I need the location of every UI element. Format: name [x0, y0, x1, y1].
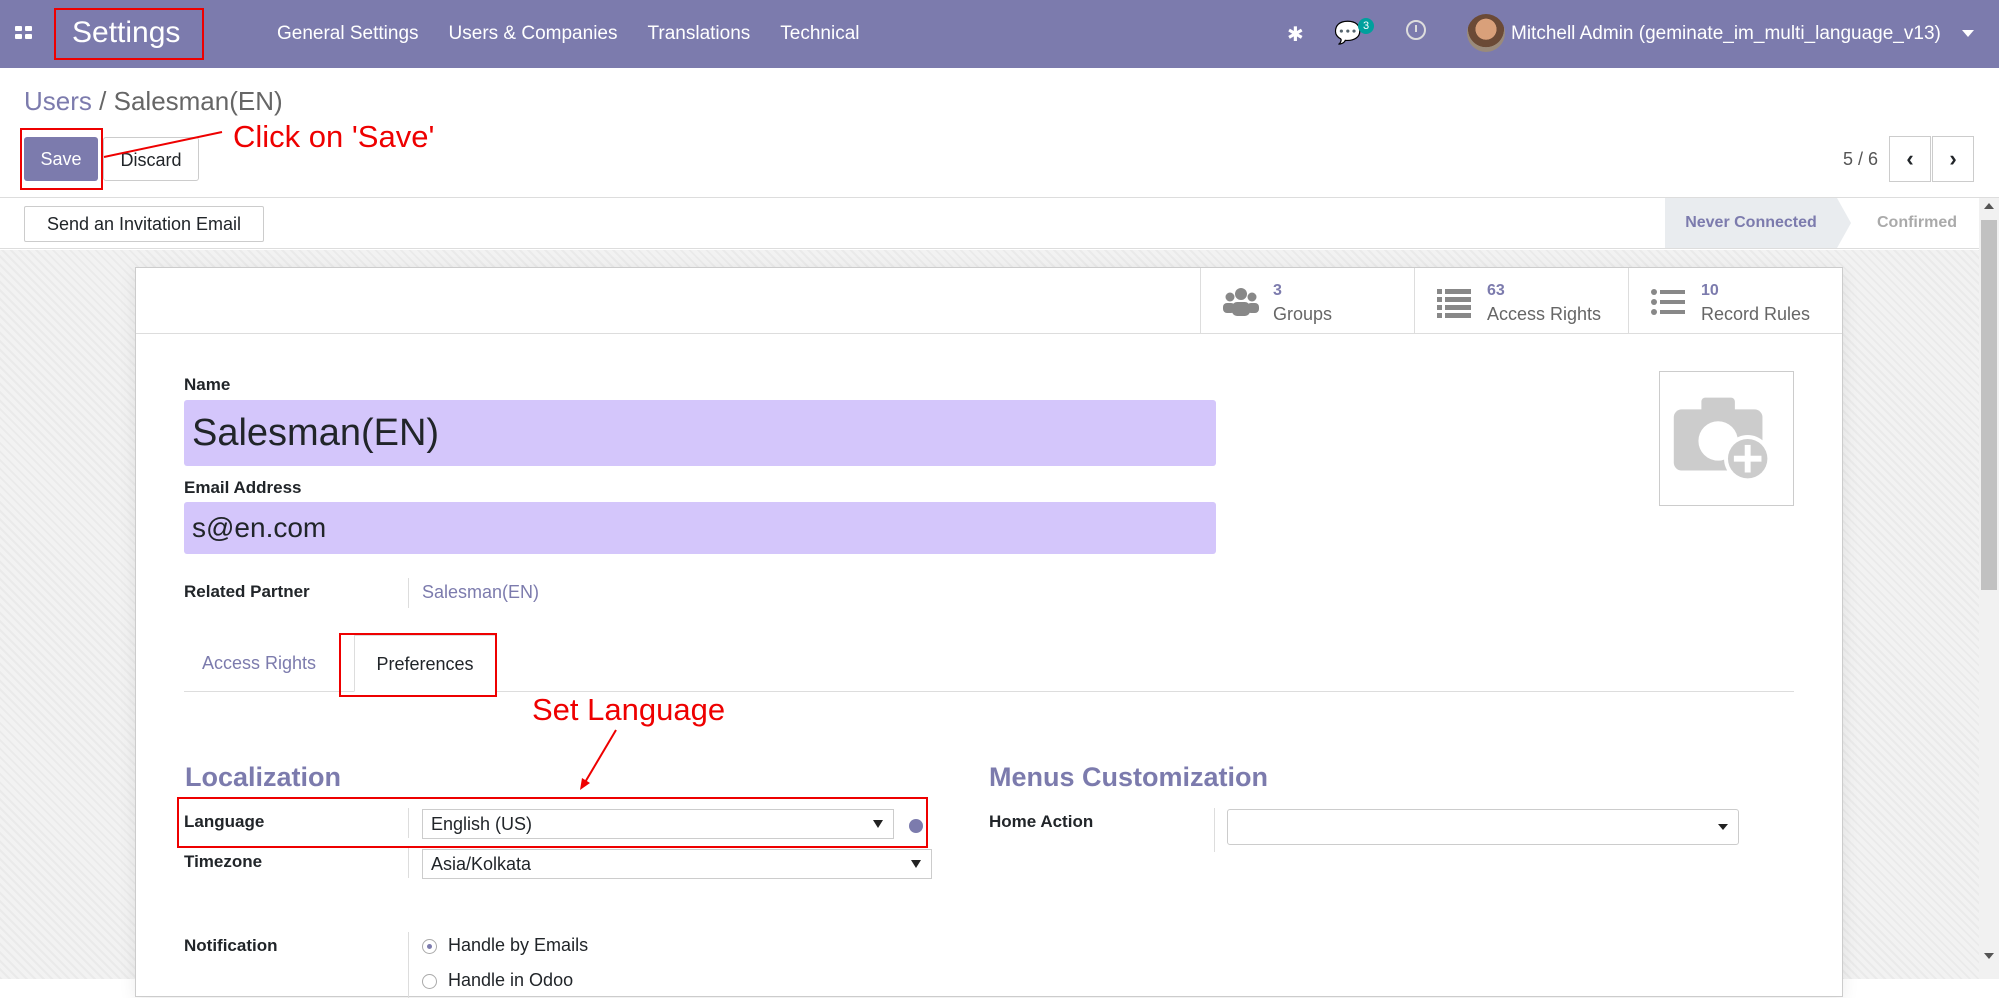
notification-option-emails: Handle by Emails	[448, 935, 589, 955]
name-field[interactable]: Salesman(EN)	[184, 400, 1216, 466]
menu-technical[interactable]: Technical	[780, 0, 859, 68]
chevron-left-icon[interactable]: ‹	[1889, 136, 1931, 182]
field-separator	[408, 848, 409, 878]
radio-handle-in-odoo[interactable]	[422, 974, 437, 989]
email-label: Email Address	[184, 478, 302, 497]
email-field[interactable]: s@en.com	[184, 502, 1216, 554]
users-icon	[1223, 288, 1259, 316]
menus-customization-title: Menus Customization	[989, 762, 1269, 792]
tab-access-rights[interactable]: Access Rights	[202, 635, 316, 692]
notification-option-odoo: Handle in Odoo	[448, 970, 574, 990]
scrollbar[interactable]	[1979, 198, 1999, 979]
menu-users-companies[interactable]: Users & Companies	[449, 0, 618, 68]
record-rules-label: Record Rules	[1701, 304, 1811, 324]
field-separator	[1214, 808, 1215, 852]
app-title[interactable]: Settings	[54, 8, 204, 60]
preferences-highlight-box	[339, 633, 497, 697]
field-separator	[408, 578, 409, 608]
camera-plus-icon	[1673, 397, 1772, 483]
stage-arrow	[1837, 198, 1851, 248]
timezone-select[interactable]: Asia/Kolkata	[422, 849, 932, 879]
record-rules-count: 10	[1701, 282, 1719, 299]
select-caret-icon	[1718, 824, 1728, 830]
name-label: Name	[184, 375, 231, 394]
timezone-value: Asia/Kolkata	[431, 854, 532, 874]
clock-icon[interactable]	[1406, 20, 1426, 40]
home-action-label: Home Action	[989, 812, 1094, 831]
chat-count-badge: 3	[1358, 18, 1375, 34]
breadcrumb: Users / Salesman(EN)	[24, 86, 283, 117]
main-menu: General Settings Users & Companies Trans…	[277, 0, 860, 68]
pager-value: 5 / 6	[1843, 149, 1879, 169]
top-navbar: Settings General Settings Users & Compan…	[0, 0, 1999, 68]
access-rights-label: Access Rights	[1487, 304, 1602, 324]
timezone-label: Timezone	[184, 852, 263, 871]
apps-icon[interactable]	[15, 26, 33, 40]
bug-icon[interactable]: ✱	[1287, 22, 1304, 47]
groups-count: 3	[1273, 282, 1282, 299]
related-partner-link[interactable]: Salesman(EN)	[422, 582, 539, 603]
form-sheet: 3 Groups 63 Access Rights 10 Record Rule…	[135, 267, 1843, 998]
notification-label: Notification	[184, 936, 278, 955]
radio-handle-by-emails[interactable]	[422, 939, 437, 954]
select-caret-icon	[911, 860, 921, 868]
home-action-select[interactable]	[1227, 809, 1739, 845]
scroll-up-icon[interactable]	[1984, 203, 1994, 209]
smart-button-box: 3 Groups 63 Access Rights 10 Record Rule…	[136, 268, 1842, 334]
photo-upload[interactable]	[1659, 371, 1794, 506]
stage-never-connected[interactable]: Never Connected	[1665, 198, 1837, 248]
access-rights-button[interactable]: 63 Access Rights	[1414, 268, 1628, 334]
annotation-language: Set Language	[532, 692, 726, 727]
scroll-thumb[interactable]	[1981, 220, 1997, 590]
radio-selected-dot	[427, 944, 432, 949]
list-icon	[1437, 289, 1471, 318]
language-highlight-box	[177, 797, 928, 848]
field-separator	[408, 932, 409, 998]
menu-translations[interactable]: Translations	[647, 0, 750, 68]
annotation-save: Click on 'Save'	[233, 119, 435, 154]
breadcrumb-users[interactable]: Users	[24, 86, 92, 116]
menu-general-settings[interactable]: General Settings	[277, 0, 419, 68]
caret-down-icon[interactable]	[1962, 30, 1974, 37]
record-rules-button[interactable]: 10 Record Rules	[1628, 268, 1842, 334]
groups-label: Groups	[1273, 304, 1333, 324]
save-highlight-box	[20, 128, 103, 190]
avatar[interactable]	[1467, 14, 1505, 52]
discard-button[interactable]: Discard	[103, 137, 199, 181]
breadcrumb-separator: /	[99, 86, 107, 116]
stage-confirmed[interactable]: Confirmed	[1855, 198, 1979, 248]
breadcrumb-current: Salesman(EN)	[113, 86, 283, 116]
localization-title: Localization	[185, 762, 342, 792]
user-menu[interactable]: Mitchell Admin (geminate_im_multi_langua…	[1511, 0, 1941, 68]
chevron-right-icon[interactable]: ›	[1932, 136, 1974, 182]
access-rights-count: 63	[1487, 282, 1505, 299]
scroll-down-icon[interactable]	[1984, 953, 1994, 959]
send-invitation-button[interactable]: Send an Invitation Email	[24, 206, 264, 242]
related-partner-label: Related Partner	[184, 582, 310, 601]
list-icon	[1651, 289, 1685, 315]
groups-button[interactable]: 3 Groups	[1200, 268, 1414, 334]
